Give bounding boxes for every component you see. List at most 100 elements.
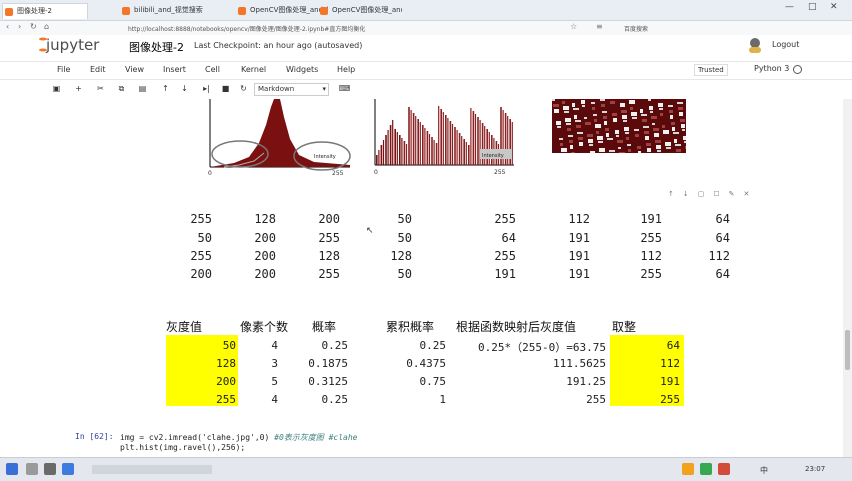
texture-patch	[607, 138, 613, 140]
texture-patch	[635, 134, 639, 137]
histogram-bar	[463, 139, 465, 165]
menu-icon[interactable]: ≡	[596, 22, 603, 31]
scrollbar-thumb[interactable]	[845, 330, 850, 370]
move-down-icon[interactable]: ↓	[178, 83, 191, 95]
texture-patch	[655, 140, 661, 143]
histogram-bar	[422, 125, 424, 165]
home-icon[interactable]: ⌂	[44, 22, 49, 31]
texture-patch	[674, 139, 677, 143]
save-icon[interactable]: ▣	[50, 83, 63, 95]
start-icon[interactable]	[6, 463, 18, 475]
menu-kernel[interactable]: Kernel	[241, 65, 266, 74]
texture-patch	[648, 99, 651, 101]
task-view-icon[interactable]	[26, 463, 38, 475]
run-icon[interactable]: ▸|	[200, 83, 213, 95]
texture-patch	[671, 122, 675, 125]
close-icon[interactable]: ✕	[830, 2, 838, 12]
table-cell: 255	[586, 393, 606, 406]
forward-icon[interactable]: ›	[18, 22, 21, 31]
star-icon[interactable]: ☆	[570, 22, 577, 31]
menu-cell[interactable]: Cell	[205, 65, 220, 74]
browser-tab[interactable]: OpenCV图像处理_and_bilibili	[318, 3, 402, 18]
cell-action-icons[interactable]: ↑↓▢☐✎✕	[668, 190, 758, 198]
browser-taskbar-icon[interactable]	[62, 463, 74, 475]
refresh-icon[interactable]: ↻	[30, 22, 37, 31]
histogram-bar	[488, 132, 490, 165]
menu-view[interactable]: View	[125, 65, 144, 74]
maximize-icon[interactable]: □	[808, 2, 817, 12]
texture-patch	[668, 105, 673, 107]
table-cell: 5	[271, 375, 278, 388]
histogram-bar	[474, 114, 477, 165]
browser-tab[interactable]: bilibili_and_视觉搜索	[120, 3, 246, 18]
texture-patch	[673, 132, 679, 134]
jupyter-logo[interactable]: jupyter	[39, 36, 100, 54]
ime-indicator[interactable]: 中	[760, 465, 768, 476]
texture-patch	[606, 133, 609, 137]
texture-patch	[561, 148, 567, 152]
paste-icon[interactable]: ▤	[136, 83, 149, 95]
histogram-bar	[392, 120, 394, 165]
menu-widgets[interactable]: Widgets	[286, 65, 318, 74]
histogram-bar	[389, 125, 392, 165]
texture-patch	[587, 134, 593, 137]
cut-icon[interactable]: ✂	[94, 83, 107, 95]
app-icon[interactable]	[718, 463, 730, 475]
back-icon[interactable]: ‹	[6, 22, 9, 31]
cell-type-select[interactable]: Markdown ▾	[254, 83, 329, 96]
histogram-bar	[477, 117, 479, 165]
table-cell: 50	[222, 339, 236, 352]
texture-patch	[621, 110, 627, 113]
table-cell: 255	[660, 393, 680, 406]
texture-patch	[617, 140, 623, 143]
texture-patch	[646, 143, 651, 146]
app-icon[interactable]	[682, 463, 694, 475]
histogram-bar	[403, 141, 406, 165]
menu-file[interactable]: File	[57, 65, 70, 74]
move-up-icon[interactable]: ↑	[159, 83, 172, 95]
texture-patch	[624, 127, 629, 131]
matrix-cell: 200	[318, 212, 340, 226]
texture-patch	[677, 102, 683, 104]
menu-help[interactable]: Help	[337, 65, 355, 74]
minimize-icon[interactable]: —	[785, 2, 794, 12]
code-line[interactable]: img = cv2.imread('clahe.jpg',0) #0表示灰度图 …	[120, 432, 357, 443]
matrix-cell: 128	[390, 249, 412, 263]
code-line[interactable]: plt.hist(img.ravel(),256);	[120, 443, 245, 452]
browser-tab[interactable]: OpenCV图像处理_and_bilibili	[236, 3, 328, 18]
scrollbar[interactable]	[843, 99, 852, 457]
stop-icon[interactable]: ■	[219, 83, 232, 95]
app-icon[interactable]	[700, 463, 712, 475]
matrix-cell: 255	[494, 212, 516, 226]
search-engine-label[interactable]: 百度搜索	[624, 24, 648, 33]
logout-button[interactable]: Logout	[772, 40, 799, 49]
histogram-bar	[440, 109, 442, 165]
axis-label: Intensity	[314, 154, 336, 160]
copy-icon[interactable]: ⧉	[115, 83, 128, 95]
matrix-cell: 191	[568, 249, 590, 263]
histogram-bar	[470, 108, 472, 165]
histogram-bar	[428, 134, 431, 165]
browser-tab[interactable]: 图像处理-2	[2, 3, 88, 19]
texture-patch	[631, 112, 637, 116]
logo-text: jupyter	[46, 36, 100, 54]
texture-patch	[659, 108, 663, 110]
trusted-indicator[interactable]: Trusted	[694, 64, 728, 76]
clock[interactable]: 23:07	[805, 465, 825, 473]
url-field[interactable]: http://localhost:8888/notebooks/opencv/图…	[128, 24, 365, 33]
texture-patch	[650, 111, 653, 113]
histogram-bar	[396, 132, 398, 165]
app-icon[interactable]	[44, 463, 56, 475]
notebook-title[interactable]: 图像处理-2	[129, 39, 184, 55]
texture-patch	[654, 133, 659, 137]
menu-bar: File Edit View Insert Cell Kernel Widget…	[0, 61, 852, 80]
menu-insert[interactable]: Insert	[163, 65, 186, 74]
add-cell-icon[interactable]: +	[72, 83, 85, 95]
texture-patch	[657, 150, 661, 152]
menu-edit[interactable]: Edit	[90, 65, 106, 74]
texture-patch	[554, 109, 559, 113]
histogram-bar	[468, 145, 470, 165]
taskbar-window-preview[interactable]	[92, 465, 212, 474]
keyboard-icon[interactable]: ⌨	[338, 83, 351, 95]
restart-icon[interactable]: ↻	[237, 83, 250, 95]
